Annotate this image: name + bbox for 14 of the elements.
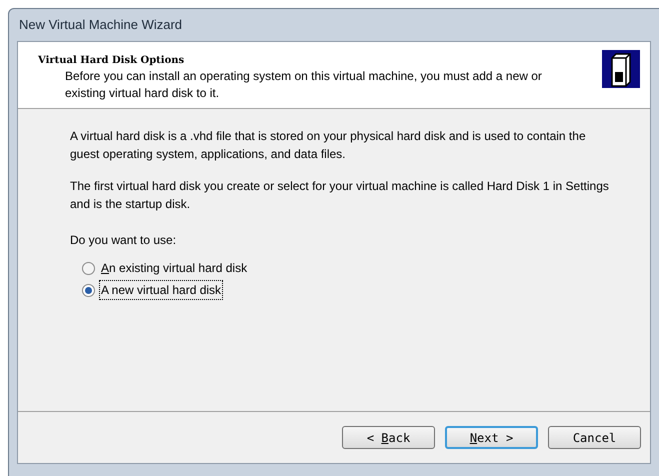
- window-title: New Virtual Machine Wizard: [19, 16, 182, 34]
- description-text: A virtual hard disk is a .vhd file that is stored on your physical hard disk and is used to contain the guest operating system, applications, and data files.: [70, 128, 587, 163]
- wizard-button[interactable]: Cancel: [548, 426, 641, 449]
- wizard-button[interactable]: Next >: [445, 426, 538, 449]
- header-title: Virtual Hard Disk Options: [38, 54, 186, 68]
- radio-label[interactable]: A new virtual hard disk: [100, 281, 222, 299]
- radio-button[interactable]: [82, 262, 95, 274]
- question-text: Do you want to use:: [70, 232, 178, 249]
- wizard-button[interactable]: < Back: [342, 426, 435, 449]
- description-text: The first virtual hard disk you create or select for your virtual machine is called Hard Disk 1 in Settings and is the startup disk.: [70, 178, 610, 213]
- radio-button[interactable]: [82, 284, 95, 296]
- radio-label[interactable]: An existing virtual hard disk: [100, 259, 248, 277]
- server-icon: [602, 50, 640, 88]
- header-subtitle: Before you can install an operating system on this virtual machine, you must add a new or existing virtual hard disk to it.: [64, 68, 543, 102]
